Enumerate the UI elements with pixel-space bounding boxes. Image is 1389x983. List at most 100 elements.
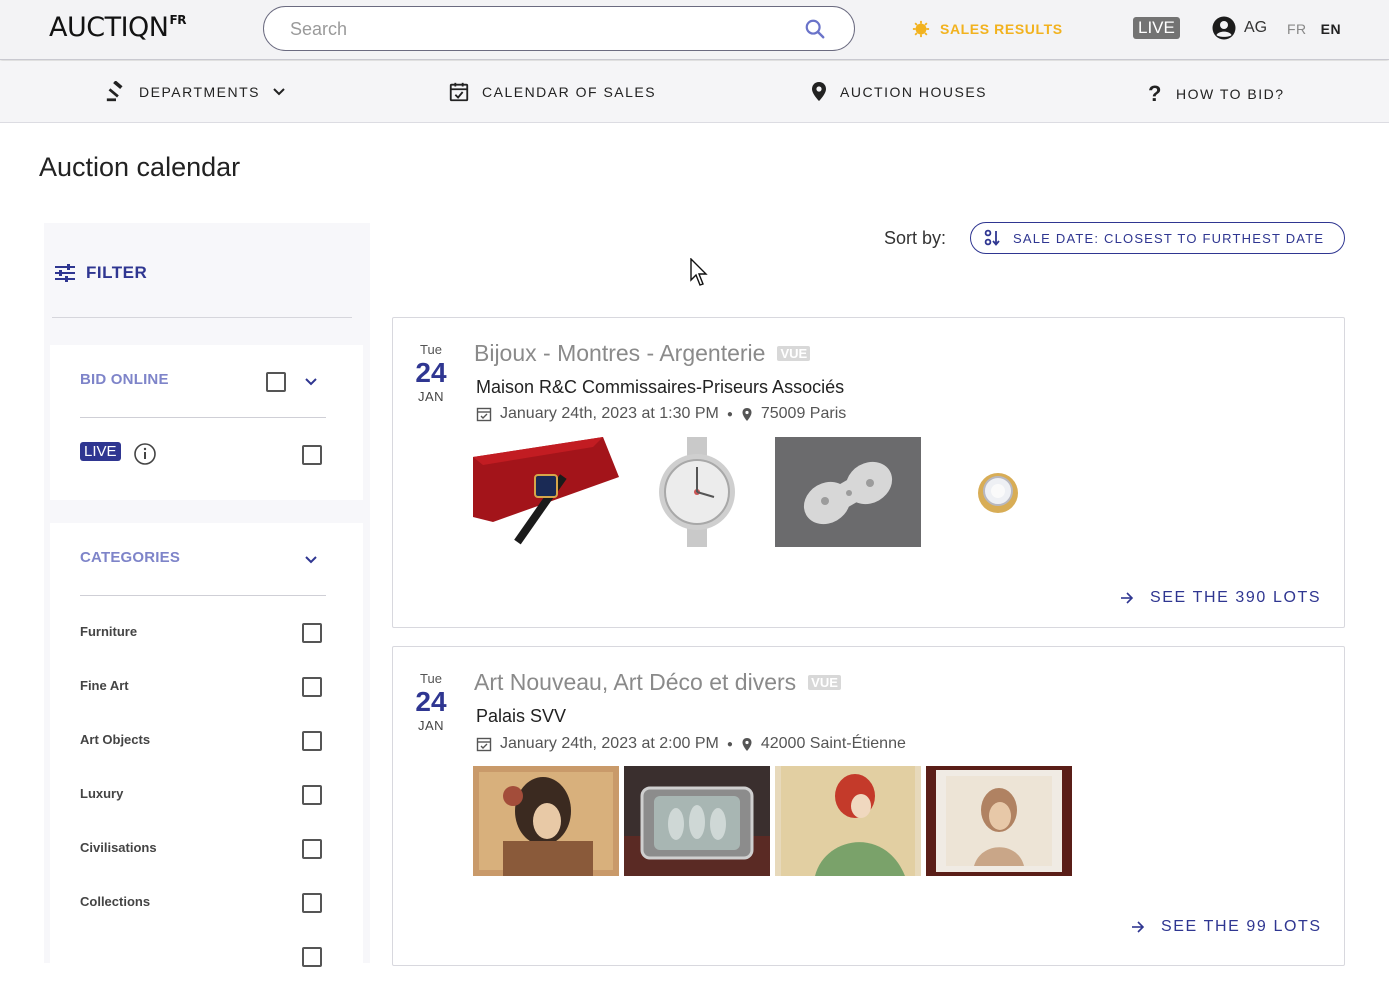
nav-departments[interactable]: DEPARTMENTS [105, 81, 286, 103]
divider [80, 595, 326, 596]
sale-weekday: Tue [420, 671, 442, 686]
lot-image[interactable] [473, 437, 619, 547]
lot-thumbnails [473, 437, 1072, 547]
see-lots-link[interactable]: SEE THE 99 LOTS [1131, 918, 1322, 936]
nav-howto-label: HOW TO BID? [1176, 86, 1285, 102]
category-label: Luxury [80, 786, 124, 801]
sale-location: 42000 Saint-Étienne [760, 735, 906, 752]
vue-badge: VUE [777, 346, 811, 361]
category-checkbox[interactable] [302, 785, 322, 805]
sale-month: JAN [417, 718, 445, 733]
search-input[interactable] [290, 17, 790, 41]
bid-online-title: BID ONLINE [80, 371, 169, 388]
category-label: Fine Art [80, 678, 129, 693]
lot-image[interactable] [624, 766, 770, 876]
nav-calendar-label: CALENDAR OF SALES [482, 84, 657, 100]
language-switcher: FR EN [1287, 21, 1341, 37]
lot-image[interactable] [775, 766, 921, 876]
location-pin-icon [812, 82, 826, 101]
page-title: Auction calendar [39, 152, 241, 182]
category-checkbox[interactable] [302, 947, 322, 967]
nav-calendar[interactable]: CALENDAR OF SALES [448, 81, 656, 103]
calendar-icon [449, 82, 469, 102]
sales-results-link[interactable]: SALES RESULTS [912, 20, 1063, 38]
see-lots-link[interactable]: SEE THE 390 LOTS [1120, 589, 1321, 607]
location-pin-icon [742, 737, 752, 751]
top-header: AUCTIQNFR SALES RESULTS LIVE AG FR EN [0, 0, 1389, 60]
divider [52, 317, 352, 318]
sale-month: JAN [417, 389, 445, 404]
categories-section: CATEGORIES Furniture Fine Art Art Object… [50, 523, 363, 983]
category-checkbox[interactable] [302, 623, 322, 643]
separator-dot: ● [726, 738, 733, 750]
calendar-icon [476, 407, 492, 422]
sales-results-label: SALES RESULTS [940, 21, 1063, 37]
lot-image[interactable] [624, 437, 770, 547]
info-icon[interactable] [133, 442, 157, 466]
category-label: Art Objects [80, 732, 151, 747]
lot-image[interactable] [926, 766, 1072, 876]
sale-date: Tue 24 JAN [407, 342, 455, 404]
nav-departments-label: DEPARTMENTS [139, 84, 260, 100]
main-nav: DEPARTMENTS CALENDAR OF SALES AUCTION HO… [0, 61, 1389, 123]
sale-title[interactable]: Bijoux - Montres - Argenterie [474, 340, 765, 367]
sale-title-row: Art Nouveau, Art Déco et divers VUE [474, 669, 841, 696]
location-pin-icon [742, 407, 752, 421]
sale-day: 24 [415, 357, 447, 388]
category-label: Collections [80, 894, 151, 909]
sort-icon [984, 229, 1000, 246]
lang-fr[interactable]: FR [1287, 21, 1307, 37]
category-checkbox[interactable] [302, 839, 322, 859]
vue-badge: VUE [808, 675, 841, 690]
sort-label: Sort by: [884, 228, 947, 248]
categories-title: CATEGORIES [80, 549, 181, 566]
nav-how-to-bid[interactable]: ? HOW TO BID? [1148, 81, 1285, 107]
sale-card[interactable]: Tue 24 JAN Bijoux - Montres - Argenterie… [392, 317, 1345, 628]
question-icon: ? [1148, 81, 1163, 106]
sort-dropdown[interactable]: SALE DATE: CLOSEST TO FURTHEST DATE [970, 222, 1345, 254]
live-button[interactable]: LIVE [1133, 17, 1180, 39]
lot-image[interactable] [775, 437, 921, 547]
nav-auction-houses[interactable]: AUCTION HOUSES [810, 81, 987, 103]
bid-online-section: BID ONLINE LIVE [50, 345, 363, 500]
sale-meta: January 24th, 2023 at 1:30 PM ● 75009 Pa… [476, 405, 846, 423]
search-bar [263, 6, 855, 51]
auction-house-name[interactable]: Palais SVV [476, 706, 566, 727]
category-checkbox[interactable] [302, 731, 322, 751]
sale-title[interactable]: Art Nouveau, Art Déco et divers [474, 669, 796, 696]
divider [80, 417, 326, 418]
sale-day: 24 [415, 686, 447, 717]
sale-datetime: January 24th, 2023 at 1:30 PM [500, 405, 719, 422]
arrow-right-icon [1121, 592, 1134, 604]
lang-en[interactable]: EN [1321, 21, 1341, 37]
category-label: Civilisations [80, 840, 157, 855]
calendar-icon [476, 737, 492, 752]
see-lots-label: SEE THE 390 LOTS [1150, 589, 1322, 606]
sort-value: SALE DATE: CLOSEST TO FURTHEST DATE [1013, 230, 1325, 246]
separator-dot: ● [726, 408, 733, 420]
filter-header[interactable]: FILTER [54, 263, 147, 283]
user-initials: AG [1244, 19, 1268, 36]
lot-image[interactable] [473, 766, 619, 876]
sale-weekday: Tue [420, 342, 442, 357]
live-checkbox[interactable] [302, 445, 322, 465]
arrow-right-icon [1132, 921, 1145, 933]
sale-card[interactable]: Tue 24 JAN Art Nouveau, Art Déco et dive… [392, 646, 1345, 966]
chevron-down-icon [273, 88, 285, 96]
account-menu[interactable]: AG [1212, 16, 1267, 40]
chevron-down-icon[interactable] [304, 377, 318, 387]
mouse-cursor-icon [690, 258, 708, 286]
category-checkbox[interactable] [302, 677, 322, 697]
filter-label: FILTER [86, 263, 148, 282]
site-logo[interactable]: AUCTIQNFR [49, 12, 187, 43]
gavel-icon [106, 81, 123, 102]
auction-house-name[interactable]: Maison R&C Commissaires-Priseurs Associé… [476, 377, 844, 398]
category-checkbox[interactable] [302, 893, 322, 913]
bid-online-checkbox[interactable] [266, 372, 286, 392]
sale-title-row: Bijoux - Montres - Argenterie VUE [474, 340, 811, 367]
lot-image[interactable] [926, 437, 1072, 547]
search-icon[interactable] [804, 18, 826, 40]
chevron-down-icon[interactable] [304, 555, 318, 565]
logo-suffix: FR [169, 13, 187, 27]
filter-sidebar: FILTER BID ONLINE LIVE CATEGORIES Furnit… [44, 223, 370, 983]
